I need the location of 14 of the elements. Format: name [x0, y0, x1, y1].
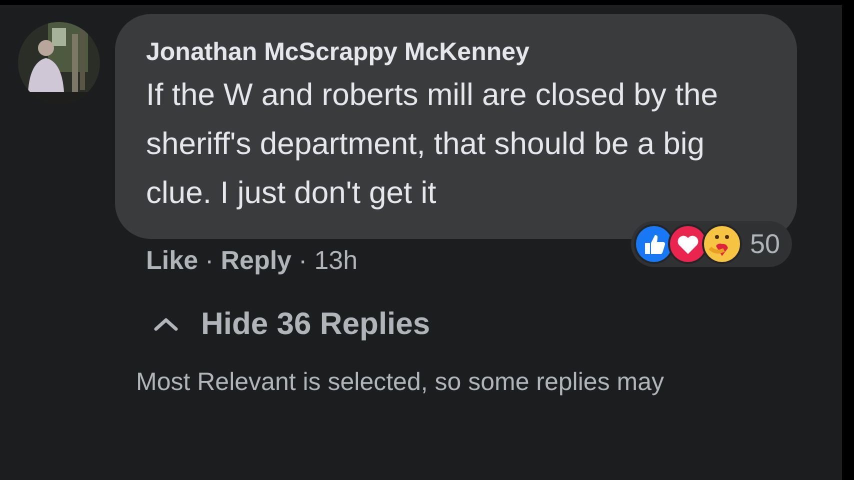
comment-time: 13h	[314, 245, 358, 276]
separator-dot: ·	[205, 245, 214, 276]
hide-replies-button[interactable]: Hide 36 Replies	[153, 306, 430, 342]
reactions-pill[interactable]: 50	[630, 221, 792, 267]
author-name[interactable]: Jonathan McScrappy McKenney	[146, 36, 530, 68]
chevron-up-icon	[153, 316, 179, 332]
action-link[interactable]: Reply	[220, 245, 292, 276]
thumbs-up-icon	[634, 224, 674, 264]
separator-dot: ·	[298, 245, 308, 276]
hugging-face-icon	[702, 224, 742, 264]
reaction-count: 50	[750, 228, 780, 260]
filter-notice: Most Relevant is selected, so some replies may	[136, 368, 664, 397]
action-link[interactable]: Like	[146, 245, 198, 276]
comment-text: If the W and roberts mill are closed by the sheriff's department, that should be a big clue. I just don't get it	[146, 76, 720, 212]
